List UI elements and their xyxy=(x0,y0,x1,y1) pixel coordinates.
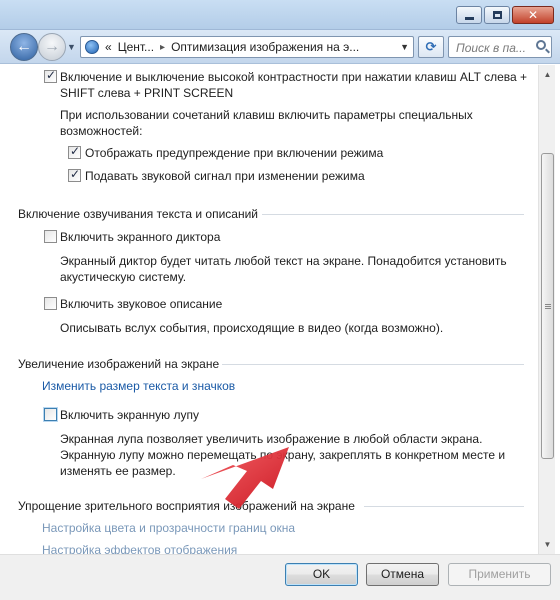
contrast-sound-label[interactable]: Подавать звуковой сигнал при изменении р… xyxy=(85,168,365,184)
search-input[interactable]: Поиск в па... xyxy=(448,36,552,58)
back-button[interactable]: ← xyxy=(10,33,38,61)
annotation-arrow-icon xyxy=(201,447,289,509)
breadcrumb-overflow[interactable]: « xyxy=(105,40,112,54)
audio-description-text: Описывать вслух события, происходящие в … xyxy=(60,321,444,335)
grip-icon xyxy=(545,304,551,305)
magnify-heading: Увеличение изображений на экране xyxy=(18,357,220,371)
breadcrumb-control-panel[interactable]: Цент... xyxy=(118,40,154,54)
apply-button[interactable]: Применить xyxy=(448,563,551,586)
recent-pages-dropdown[interactable]: ▼ xyxy=(67,42,76,52)
breadcrumb-separator-icon[interactable]: ▸ xyxy=(160,42,165,53)
address-bar[interactable]: « Цент... ▸ Оптимизация изображения на э… xyxy=(80,36,414,58)
maximize-button[interactable] xyxy=(484,6,510,24)
dialog-footer: OK Отмена Применить xyxy=(0,554,560,600)
magnifier-label[interactable]: Включить экранную лупу xyxy=(60,407,199,423)
resize-text-link[interactable]: Изменить размер текста и значков xyxy=(42,378,235,394)
search-icon[interactable] xyxy=(536,40,546,50)
audio-description-label[interactable]: Включить звуковое описание xyxy=(60,296,222,312)
navigation-bar: ← → ▼ « Цент... ▸ Оптимизация изображени… xyxy=(0,30,560,64)
close-button[interactable]: ✕ xyxy=(512,6,554,24)
refresh-icon: ⟳ xyxy=(425,39,437,54)
control-panel-icon xyxy=(85,40,99,54)
high-contrast-note: При использовании сочетаний клавиш включ… xyxy=(60,108,473,138)
audio-description-checkbox[interactable] xyxy=(44,297,57,310)
vertical-scrollbar[interactable]: ▲ ▼ xyxy=(538,65,555,554)
scroll-thumb[interactable] xyxy=(541,153,554,459)
refresh-button[interactable]: ⟳ xyxy=(418,36,444,58)
narrator-description: Экранный диктор будет читать любой текст… xyxy=(60,254,507,284)
arrow-right-icon: → xyxy=(44,38,60,55)
arrow-left-icon: ← xyxy=(16,38,32,55)
ok-button[interactable]: OK xyxy=(285,563,358,586)
search-placeholder: Поиск в па... xyxy=(456,41,526,55)
close-icon: ✕ xyxy=(527,8,539,22)
title-bar: ✕ xyxy=(0,0,560,30)
scroll-up-icon[interactable]: ▲ xyxy=(541,67,554,82)
settings-content: Включение и выключение высокой контрастн… xyxy=(0,65,538,554)
chevron-down-icon[interactable]: ▼ xyxy=(400,42,409,52)
section-divider xyxy=(262,214,524,215)
high-contrast-checkbox[interactable] xyxy=(44,68,57,83)
narrator-checkbox[interactable] xyxy=(44,230,57,243)
forward-button[interactable]: → xyxy=(38,33,66,61)
narration-heading: Включение озвучивания текста и описаний xyxy=(18,207,258,221)
minimize-icon xyxy=(465,17,474,20)
contrast-warning-label[interactable]: Отображать предупреждение при включении … xyxy=(85,145,383,161)
contrast-sound-checkbox[interactable] xyxy=(68,167,81,182)
cancel-button[interactable]: Отмена xyxy=(366,563,439,586)
section-divider xyxy=(222,364,524,365)
scroll-down-icon[interactable]: ▼ xyxy=(541,537,554,552)
caption-buttons: ✕ xyxy=(454,6,554,24)
section-divider xyxy=(364,506,524,507)
contrast-warning-checkbox[interactable] xyxy=(68,144,81,159)
high-contrast-label[interactable]: Включение и выключение высокой контрастн… xyxy=(60,69,530,101)
magnifier-checkbox[interactable] xyxy=(44,408,57,421)
simplify-heading: Упрощение зрительного восприятия изображ… xyxy=(18,499,355,513)
maximize-icon xyxy=(493,11,502,19)
narrator-label[interactable]: Включить экранного диктора xyxy=(60,229,220,245)
minimize-button[interactable] xyxy=(456,6,482,24)
breadcrumb-current-page[interactable]: Оптимизация изображения на э... xyxy=(171,40,359,54)
display-effects-link[interactable]: Настройка эффектов отображения xyxy=(42,542,237,554)
